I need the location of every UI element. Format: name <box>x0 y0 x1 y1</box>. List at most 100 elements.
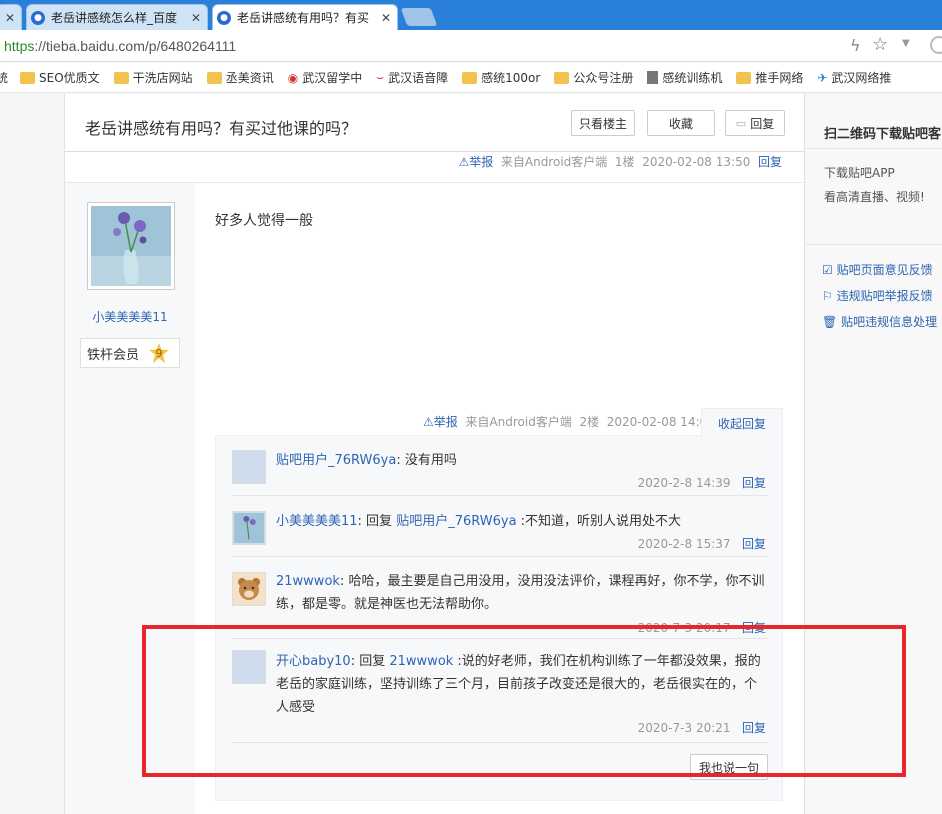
report-link[interactable]: ⚠举报 <box>458 155 493 169</box>
bookmark-item[interactable]: 公众号注册 <box>554 69 633 86</box>
bookmark-item[interactable]: ◉ 武汉留学中 <box>288 69 363 86</box>
folder-icon <box>554 71 570 84</box>
folder-icon <box>462 71 478 84</box>
collapse-replies-button[interactable]: 收起回复 <box>701 408 783 437</box>
post-source: 来自Android客户端 <box>465 415 572 429</box>
reply-username[interactable]: 开心baby10 <box>276 654 351 669</box>
qr-download-title: 扫二维码下载贴吧客 <box>824 127 942 142</box>
bookmark-item[interactable]: 丞美资讯 <box>206 69 274 86</box>
folder-icon <box>20 71 36 84</box>
reply-time-row: 2020-2-8 15:37 回复 <box>637 537 766 551</box>
bookmarks-bar: 统 SEO优质文 干洗店网站 丞美资讯 ◉武汉留学中 ⌣武汉语音障 感统100o… <box>0 63 942 93</box>
only-owner-button[interactable]: 只看楼主 <box>571 110 635 136</box>
author-username[interactable]: 小美美美美11 <box>65 308 195 325</box>
floor-number: 2楼 <box>579 415 600 429</box>
flower-vase-avatar-icon <box>91 206 171 286</box>
reply-link[interactable]: 回复 <box>742 621 766 635</box>
lightning-icon[interactable]: ϟ <box>850 36 861 55</box>
bookmark-item[interactable]: SEO优质文 <box>20 69 100 86</box>
avatar[interactable] <box>87 202 175 290</box>
post-time: 2020-02-08 14:02 <box>606 415 715 429</box>
folder-icon <box>736 71 752 84</box>
reply-time-row: 2020-7-3 20:21 回复 <box>637 721 766 735</box>
reply-time-row: 2020-7-3 20:17 回复 <box>637 621 766 635</box>
tab-current-thread[interactable]: ● 老岳讲感统有用吗？有买 ✕ <box>212 4 398 30</box>
thread-main: 老岳讲感统有用吗？有买过他课的吗？ 只看楼主 收藏 ▭ 回复 ⚠举报 来自And… <box>64 94 805 814</box>
page-left-gutter <box>0 94 64 814</box>
close-icon[interactable]: ✕ <box>5 11 15 25</box>
edit-icon: ☑ <box>822 263 833 277</box>
bookmark-item[interactable]: 感统100or <box>462 69 540 86</box>
sub-reply-text: 开心baby10: 回复 21wwwok :说的好老师，我们在机构训练了一年都没… <box>276 654 761 715</box>
site-logo-icon: ✈ <box>817 70 828 85</box>
tab-search-result[interactable]: ● 老岳讲感统怎么样_百度 ✕ <box>26 4 208 30</box>
comment-icon: ▭ <box>735 116 747 130</box>
level-star-icon: 9 <box>149 343 170 363</box>
download-app-text: 下载贴吧APP <box>824 166 895 180</box>
divider <box>232 742 768 743</box>
favorite-button[interactable]: 收藏 <box>647 110 715 136</box>
trash-icon: 🗑 <box>822 315 838 329</box>
divider <box>232 495 768 496</box>
bookmark-item[interactable]: ⌣ 武汉语音障 <box>376 69 448 86</box>
avatar[interactable] <box>232 511 266 545</box>
folder-icon <box>206 71 222 84</box>
reply-username[interactable]: 贴吧用户_76RW6ya <box>276 453 396 468</box>
bookmark-item[interactable]: ✈ 武汉网络推 <box>817 69 891 86</box>
profile-icon[interactable] <box>930 36 942 54</box>
floor2-meta: ⚠举报 来自Android客户端 2楼 2020-02-08 14:02 <box>423 413 715 430</box>
say-something-button[interactable]: 我也说一句 <box>690 754 768 780</box>
violation-link[interactable]: 🗑 贴吧违规信息处理 <box>822 313 937 330</box>
divider <box>806 244 942 245</box>
reply-username[interactable]: 21wwwok <box>276 574 340 589</box>
reply-username[interactable]: 小美美美美11 <box>276 514 358 529</box>
close-icon[interactable]: ✕ <box>381 11 391 25</box>
avatar-default-icon[interactable] <box>232 650 266 684</box>
star-icon[interactable]: ☆ <box>872 34 888 55</box>
avatar-default-icon[interactable] <box>232 450 266 484</box>
reply-target-username[interactable]: 贴吧用户_76RW6ya <box>396 514 516 529</box>
sub-reply-text: 小美美美美11: 回复 贴吧用户_76RW6ya :不知道，听别人说用处不大 <box>276 514 682 529</box>
reply-link[interactable]: 回复 <box>742 537 766 551</box>
sub-reply-text: 21wwwok: 哈哈，最主要是自己用没用，没用没法评价，课程再好，你不学，你不… <box>276 574 765 612</box>
reply-target-username[interactable]: 21wwwok <box>389 654 453 669</box>
new-tab-button[interactable] <box>400 8 438 26</box>
folder-icon <box>113 71 129 84</box>
baidu-paw-icon: ● <box>31 10 45 25</box>
url-scheme: https <box>4 38 35 54</box>
url-field[interactable]: https://tieba.baidu.com/p/6480264111 <box>4 38 236 54</box>
flower-vase-avatar-icon <box>234 513 264 543</box>
feedback-link[interactable]: ☑ 贴吧页面意见反馈 <box>822 261 933 278</box>
tab-label: 老岳讲感统有用吗？有买 <box>237 11 370 25</box>
bookmark-item[interactable]: 干洗店网站 <box>113 69 193 86</box>
bear-avatar-icon <box>238 578 260 600</box>
reply-link[interactable]: 回复 <box>742 721 766 735</box>
tab-label: 老岳讲感统怎么样_百度 <box>51 11 178 25</box>
partial-tab[interactable]: ✕ <box>0 4 22 30</box>
divider <box>232 556 768 557</box>
baidu-paw-icon: ● <box>217 10 231 25</box>
bookmark-item[interactable]: 推手网络 <box>736 69 803 86</box>
sub-reply-panel: 收起回复 贴吧用户_76RW6ya: 没有用吗 2020-2-8 14:39 回… <box>215 408 783 801</box>
post-time: 2020-02-08 13:50 <box>642 155 751 169</box>
address-bar[interactable]: https://tieba.baidu.com/p/6480264111 ϟ ☆… <box>0 30 942 62</box>
reply-link[interactable]: 回复 <box>758 155 782 169</box>
reply-button[interactable]: ▭ 回复 <box>725 110 785 136</box>
report-link[interactable]: ⚠举报 <box>423 415 458 429</box>
watch-video-text: 看高清直播、视频! <box>824 190 925 204</box>
member-badge-label: 铁杆会员 <box>87 347 140 363</box>
post-content: 好多人觉得一般 <box>215 213 313 229</box>
divider <box>65 151 805 152</box>
reply-link[interactable]: 回复 <box>742 476 766 490</box>
bookmark-item[interactable]: 统 <box>0 69 8 86</box>
reply-time-row: 2020-2-8 14:39 回复 <box>637 476 766 490</box>
close-icon[interactable]: ✕ <box>191 11 201 25</box>
thread-title: 老岳讲感统有用吗？有买过他课的吗？ <box>85 119 358 138</box>
avatar[interactable] <box>232 572 266 606</box>
chevron-down-icon[interactable]: ▼ <box>902 38 910 49</box>
sub-reply-text: 贴吧用户_76RW6ya: 没有用吗 <box>276 453 457 468</box>
member-badge[interactable]: 铁杆会员 9 <box>80 338 180 368</box>
bookmark-item[interactable]: 感统训练机 <box>647 69 722 86</box>
site-logo-icon: ⌣ <box>376 70 385 84</box>
report-bar-link[interactable]: ⚐ 违规贴吧举报反馈 <box>822 287 933 304</box>
